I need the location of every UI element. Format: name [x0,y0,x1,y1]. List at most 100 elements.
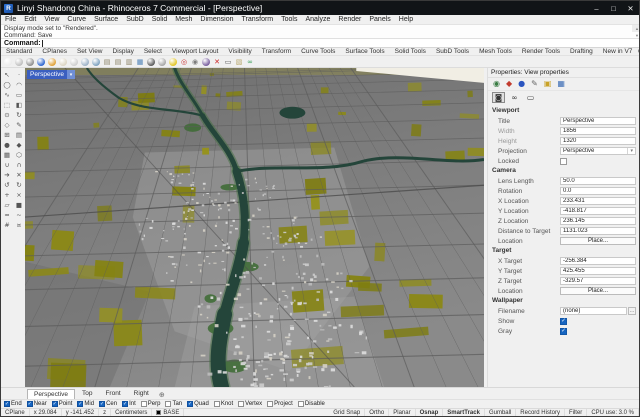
toolbar-tab-surface-tools[interactable]: Surface Tools [340,48,389,55]
side-tool-icon-32[interactable]: ¤ [13,220,25,230]
side-tool-icon-24[interactable]: ↻ [13,180,25,190]
status-pane-osnap[interactable]: Osnap [416,408,444,416]
menu-item-analyze[interactable]: Analyze [301,16,334,23]
status-pane-filter[interactable]: Filter [565,408,588,416]
osnap-toggle-tan[interactable]: Tan [165,401,182,407]
toolbar-tab-cplanes[interactable]: CPlanes [37,48,72,55]
property-checkbox-gray[interactable]: ✓ [560,327,567,335]
command-scrollbar[interactable]: ▲ ▼ [632,25,639,38]
palette-icon[interactable]: ▧ [234,57,244,67]
status-pane-y[interactable]: y -141.452 [62,408,100,416]
menu-item-render[interactable]: Render [334,16,365,23]
viewport-title-menu[interactable]: Perspective ▾ [27,70,75,79]
side-tool-icon-1[interactable]: ↖ [1,70,13,80]
link-page-icon[interactable]: ∞ [508,92,521,103]
toolbar-tab-display[interactable]: Display [108,48,139,55]
side-tool-icon-8[interactable]: ◧ [13,100,25,110]
side-tool-icon-18[interactable]: ⬡ [13,150,25,160]
status-pane-centimeters[interactable]: Centimeters [111,408,153,416]
camera-page-icon[interactable]: ◙ [492,92,505,103]
side-tool-icon-28[interactable]: ■ [13,200,25,210]
osnap-toggle-cen[interactable]: ✓ Cen [99,401,117,407]
toolbar-tab-curve-tools[interactable]: Curve Tools [296,48,340,55]
menu-item-subd[interactable]: SubD [122,16,148,23]
perspective-viewport[interactable]: Perspective ▾ [25,68,484,387]
menu-item-solid[interactable]: Solid [148,16,172,23]
side-tool-icon-16[interactable]: ◆ [13,140,25,150]
side-tool-icon-20[interactable]: ∩ [13,160,25,170]
side-tool-icon-11[interactable]: ◇ [1,120,13,130]
wallpaper-page-icon[interactable]: ▭ [524,92,537,103]
menu-item-surface[interactable]: Surface [90,16,122,23]
new-viewport-icon[interactable]: ⊕ [156,391,168,399]
place-button[interactable]: Place... [560,237,636,245]
menu-item-tools[interactable]: Tools [277,16,301,23]
display-sphere-dark-icon[interactable] [146,57,156,67]
viewport-tab-right[interactable]: Right [128,389,155,399]
side-tool-icon-3[interactable]: ◯ [1,80,13,90]
viewport-tab-perspective[interactable]: Perspective [27,389,75,399]
viewport-tab-front[interactable]: Front [99,389,126,399]
minimize-button[interactable]: – [588,1,605,15]
property-input-z-target[interactable]: -329.57 [560,277,636,285]
toolbar-tab-new-in-v7[interactable]: New in V7 [598,48,638,55]
side-tool-icon-17[interactable]: ▦ [1,150,13,160]
side-tool-icon-19[interactable]: ∪ [1,160,13,170]
status-pane-gumball[interactable]: Gumball [485,408,517,416]
menu-item-mesh[interactable]: Mesh [171,16,196,23]
side-tool-icon-26[interactable]: × [13,190,25,200]
toolbar-tab-transform[interactable]: Transform [257,48,296,55]
toolbar-tab-solid-tools[interactable]: Solid Tools [390,48,431,55]
status-pane-record[interactable]: Record History [516,408,565,416]
status-pane-layer[interactable]: BASE [152,408,185,416]
toolbar-tab-render-tools[interactable]: Render Tools [517,48,565,55]
side-tool-icon-9[interactable]: ⊙ [1,110,13,120]
property-input-x-target[interactable]: -256.384 [560,257,636,265]
osnap-toggle-int[interactable]: ✓ Int [122,401,136,407]
toolbar-tab-select[interactable]: Select [139,48,167,55]
side-tool-icon-30[interactable]: ~ [13,210,25,220]
menu-item-help[interactable]: Help [395,16,417,23]
toolbar-tab-visibility[interactable]: Visibility [223,48,256,55]
property-input-title[interactable]: Perspective [560,117,636,125]
maximize-button[interactable]: □ [605,1,622,15]
display-sphere-yellow-icon[interactable] [168,57,178,67]
status-pane-ortho[interactable]: Ortho [365,408,390,416]
property-checkbox-locked[interactable] [560,157,567,165]
display-sphere-orange-icon[interactable] [47,57,57,67]
osnap-toggle-project[interactable]: Project [267,401,293,407]
target-icon[interactable]: ◎ [179,57,189,67]
side-tool-icon-29[interactable]: ≈ [1,210,13,220]
camera-gray-icon[interactable]: ◉ [190,57,200,67]
texture-mapping-icon[interactable]: ● [518,79,525,89]
menu-item-transform[interactable]: Transform [238,16,278,23]
status-pane-x[interactable]: x 29.084 [30,408,62,416]
property-dropdown-projection[interactable]: Perspective ▾ [560,147,636,155]
toolbar-tab-standard[interactable]: Standard [1,48,37,55]
map-icon[interactable]: ▦ [135,57,145,67]
side-tool-icon-14[interactable]: ▤ [13,130,25,140]
side-tool-icon-25[interactable]: + [1,190,13,200]
toolbar-tab-viewport-layout[interactable]: Viewport Layout [167,48,224,55]
display-sphere-steel-icon[interactable] [80,57,90,67]
menu-item-view[interactable]: View [40,16,63,23]
menu-item-edit[interactable]: Edit [20,16,40,23]
side-tool-icon-27[interactable]: ▱ [1,200,13,210]
toolbar-tab-set-view[interactable]: Set View [72,48,108,55]
toolbar-tab-drafting[interactable]: Drafting [565,48,598,55]
property-input-z-location[interactable]: 236.145 [560,217,636,225]
side-tool-icon-2[interactable]: · [13,70,25,80]
status-pane-grid[interactable]: Grid Snap [329,408,366,416]
property-input-rotation[interactable]: 0.0 [560,187,636,195]
wallpaper-image-icon[interactable]: ▦ [557,79,565,89]
menu-item-curve[interactable]: Curve [63,16,90,23]
clipboard-paste-icon[interactable]: ▥ [124,57,134,67]
status-pane-z[interactable]: z [99,408,112,416]
property-input-width[interactable]: 1856 [560,127,636,135]
render-settings-icon[interactable]: ▣ [544,79,552,89]
osnap-toggle-quad[interactable]: ✓ Quad [187,401,209,407]
annotation-pencil-icon[interactable]: ✎ [531,79,538,89]
status-pane-planar[interactable]: Planar [389,408,416,416]
osnap-toggle-vertex[interactable]: Vertex [238,401,262,407]
object-properties-icon[interactable]: ◉ [493,79,500,89]
